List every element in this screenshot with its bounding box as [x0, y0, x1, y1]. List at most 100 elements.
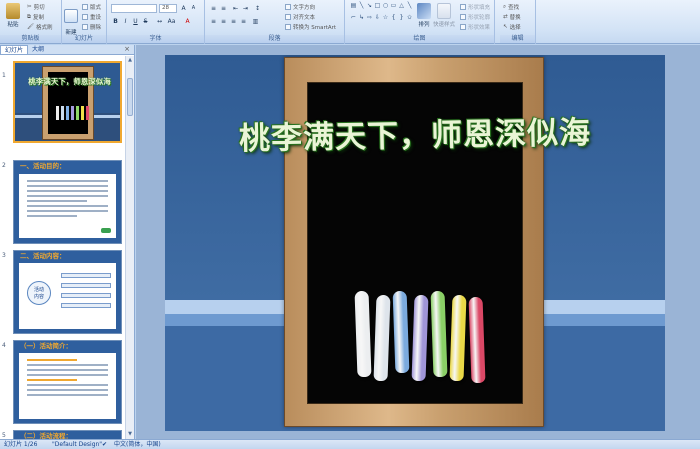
quick-styles-icon — [437, 3, 451, 19]
chalk-stick — [468, 296, 486, 384]
columns-icon[interactable]: ▥ — [251, 17, 260, 26]
thumb-title: 桃李满天下，师恩深似海 — [28, 77, 111, 86]
slides-group-label: 幻灯片 — [62, 35, 106, 43]
thumbnail-scrollbar[interactable]: ▲ ▼ — [125, 56, 134, 439]
chalk-stick — [392, 290, 410, 374]
ribbon: 粘贴 ✂剪切 ⧉复制 🖌格式刷 剪贴板 新建 幻灯片 版式 重设 删除 幻灯片 … — [0, 0, 700, 44]
bullets-icon[interactable]: ≡ — [209, 4, 218, 13]
format-painter-button[interactable]: 🖌 格式刷 — [27, 23, 53, 31]
shrink-font-icon[interactable]: A — [189, 4, 198, 13]
align-text-button[interactable]: 对齐文本 — [285, 13, 315, 21]
slide-thumbnail-3[interactable]: 二、活动内容： 活动 内容 — [13, 250, 122, 334]
thumb-bar — [61, 283, 111, 288]
theme-name: "Default Design" — [52, 441, 103, 448]
layout-button[interactable]: 版式 — [82, 3, 101, 11]
strikethrough-icon[interactable]: S — [141, 17, 150, 26]
chalk-stick — [411, 294, 429, 382]
copy-icon: ⧉ — [27, 13, 31, 20]
numbering-icon[interactable]: ≡ — [219, 4, 228, 13]
oval-icon: ○ — [382, 2, 389, 9]
line-icon: ╲ — [359, 2, 364, 9]
spellcheck-icon[interactable]: ✔ — [102, 440, 107, 449]
bold-icon[interactable]: B — [111, 17, 120, 26]
slide-number: 5 — [2, 432, 6, 439]
paste-button[interactable]: 粘贴 — [2, 3, 24, 28]
slide-canvas: 桃李满天下，师恩深似海 — [136, 45, 700, 439]
slide[interactable]: 桃李满天下，师恩深似海 — [165, 55, 665, 431]
scroll-thumb[interactable] — [127, 78, 133, 116]
outline-icon — [460, 14, 466, 20]
justify-icon[interactable]: ≡ — [239, 17, 248, 26]
underline-icon[interactable]: U — [131, 17, 140, 26]
align-right-icon[interactable]: ≡ — [229, 17, 238, 26]
cut-button[interactable]: ✂ 剪切 — [27, 3, 45, 11]
slide-number: 2 — [2, 162, 6, 169]
connector-icon: ↳ — [358, 13, 365, 21]
thumb-body: 活动 内容 — [19, 263, 116, 329]
smartart-icon — [285, 24, 291, 30]
shape-outline-button[interactable]: 形状轮廓 — [460, 13, 490, 21]
slide-number: 4 — [2, 342, 6, 349]
copy-button[interactable]: ⧉ 复制 — [27, 13, 44, 22]
slides-panel: 幻灯片 大纲 × 1 桃李满天下，师恩深似海 2 一、活动目的： 3 二、活动内… — [0, 45, 135, 439]
drawing-group: ▤ ╲ ↘ □ ○ ▭ △ ╲ ⌐ ↳ ⇨ ⇩ ☆{} ✩ 排列 快速样式 形状填充 形状轮廓 形状效果… — [345, 0, 495, 44]
thumb-heading: 一、活动目的： — [14, 161, 121, 171]
line-icon: ╲ — [407, 2, 412, 9]
thumb-bar — [61, 273, 111, 278]
grow-font-icon[interactable]: A — [179, 4, 188, 13]
replace-button[interactable]: ⇄ 替换 — [503, 13, 521, 21]
font-size-combo[interactable]: 28 — [159, 4, 177, 13]
font-name-combo[interactable] — [111, 4, 157, 13]
close-icon[interactable]: × — [124, 45, 130, 53]
slide-title[interactable]: 桃李满天下，师恩深似海 — [220, 107, 611, 159]
slide-thumbnail-4[interactable]: （一）活动简介： — [13, 340, 122, 424]
replace-icon: ⇄ — [503, 14, 508, 20]
slide-thumbnail-5[interactable]: （二）活动流程： — [13, 430, 122, 439]
quick-styles-button[interactable]: 快速样式 — [429, 3, 459, 28]
scroll-up-icon[interactable]: ▲ — [126, 56, 134, 65]
editing-group-label: 编辑 — [500, 35, 535, 43]
paragraph-group-label: 段落 — [205, 35, 344, 43]
font-group-label: 字体 — [107, 35, 204, 43]
thumb-heading: 二、活动内容： — [20, 252, 66, 260]
delete-icon — [82, 24, 88, 30]
reset-button[interactable]: 重设 — [82, 13, 101, 21]
shapes-gallery[interactable]: ▤ ╲ ↘ □ ○ ▭ △ ╲ ⌐ ↳ ⇨ ⇩ ☆{} ✩ — [350, 2, 412, 24]
thumb-heading: （二）活动流程： — [20, 432, 72, 439]
textbox-icon: ▤ — [350, 2, 357, 9]
shape-effects-button[interactable]: 形状效果 — [460, 23, 490, 31]
arrow-icon: ↘ — [366, 2, 373, 9]
delete-button[interactable]: 删除 — [82, 23, 101, 31]
slide-thumbnail-1[interactable]: 桃李满天下，师恩深似海 — [13, 61, 122, 143]
tab-slides[interactable]: 幻灯片 — [0, 45, 29, 54]
new-slide-icon — [64, 9, 78, 23]
slides-group: 新建 幻灯片 版式 重设 删除 幻灯片 — [62, 0, 107, 44]
arrow-icon: ⇩ — [374, 13, 381, 21]
change-case-icon[interactable]: Aa — [167, 17, 176, 26]
increase-indent-icon[interactable]: ⇥ — [241, 4, 250, 13]
paragraph-group: ≡ ≡ ⇤ ⇥ ↕ ≡ ≡ ≡ ≡ ▥ 文字方向 对齐文本 转换为 SmartA… — [205, 0, 345, 44]
star-icon: ☆ — [382, 13, 389, 21]
clipboard-group-label: 剪贴板 — [0, 35, 61, 43]
char-spacing-icon[interactable]: ↔ — [155, 17, 164, 26]
line-spacing-icon[interactable]: ↕ — [253, 4, 262, 13]
star-icon: ✩ — [406, 13, 413, 21]
find-button[interactable]: ⌕ 查找 — [503, 3, 519, 12]
align-left-icon[interactable]: ≡ — [209, 17, 218, 26]
scroll-down-icon[interactable]: ▼ — [126, 430, 134, 439]
slide-count: 幻灯片 1/26 — [4, 441, 38, 448]
shape-fill-button[interactable]: 形状填充 — [460, 3, 490, 11]
thumb-bar — [61, 303, 111, 308]
brace-icon: { — [391, 13, 396, 21]
font-color-icon[interactable]: A — [183, 17, 192, 26]
decrease-indent-icon[interactable]: ⇤ — [231, 4, 240, 13]
cursor-icon: ↖ — [503, 24, 508, 30]
smartart-button[interactable]: 转换为 SmartArt — [285, 23, 336, 31]
select-button[interactable]: ↖ 选择 — [503, 23, 521, 31]
slide-thumbnail-2[interactable]: 一、活动目的： — [13, 160, 122, 244]
italic-icon[interactable]: I — [121, 17, 130, 26]
layout-icon — [82, 4, 88, 10]
align-center-icon[interactable]: ≡ — [219, 17, 228, 26]
text-direction-button[interactable]: 文字方向 — [285, 3, 315, 11]
tab-outline[interactable]: 大纲 — [28, 45, 48, 54]
